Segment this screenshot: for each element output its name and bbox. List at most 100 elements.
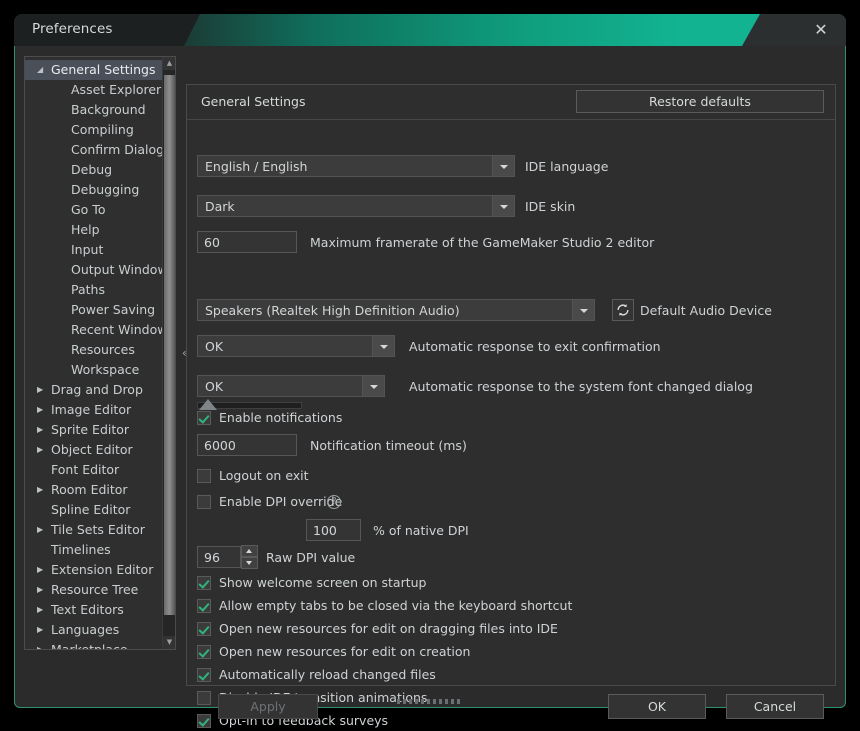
ide-language-select[interactable]: English / English xyxy=(197,155,515,177)
sidebar-item-power-saving[interactable]: Power Saving xyxy=(25,300,163,320)
chevron-right-icon[interactable]: ▶ xyxy=(37,420,47,440)
ide-skin-select[interactable]: Dark xyxy=(197,195,515,217)
exit-confirmation-value: OK xyxy=(205,339,223,354)
scroll-up-icon[interactable]: ▲ xyxy=(163,57,176,70)
cancel-button[interactable]: Cancel xyxy=(726,694,824,719)
chevron-down-icon[interactable] xyxy=(362,376,384,396)
logout-on-exit-label: Logout on exit xyxy=(219,468,309,483)
audio-device-label: Default Audio Device xyxy=(640,303,772,318)
sidebar-item-label: Timelines xyxy=(51,540,111,560)
chevron-down-icon[interactable] xyxy=(492,156,514,176)
sidebar-item-background[interactable]: Background xyxy=(25,100,163,120)
stepper-down-icon[interactable] xyxy=(241,557,258,569)
chevron-right-icon[interactable]: ▶ xyxy=(37,380,47,400)
ok-button[interactable]: OK xyxy=(608,694,706,719)
chevron-right-icon[interactable]: ▶ xyxy=(37,520,47,540)
sidebar-item-languages[interactable]: ▶Languages xyxy=(25,620,163,640)
sidebar-item-help[interactable]: Help xyxy=(25,220,163,240)
chevron-down-icon[interactable] xyxy=(492,196,514,216)
sidebar-scrollbar-thumb[interactable] xyxy=(164,75,175,615)
raw-dpi-label: Raw DPI value xyxy=(266,550,355,565)
ide-language-label: IDE language xyxy=(525,159,608,174)
font-changed-select[interactable]: OK xyxy=(197,375,385,397)
sidebar-item-font-editor[interactable]: Font Editor xyxy=(25,460,163,480)
preferences-window: Preferences ✕ ◢General SettingsAsset Exp… xyxy=(14,14,846,708)
option-checkbox-label: Allow empty tabs to be closed via the ke… xyxy=(219,598,572,613)
stepper-up-icon[interactable] xyxy=(241,545,258,557)
font-changed-label: Automatic response to the system font ch… xyxy=(409,379,753,394)
sidebar-item-label: Paths xyxy=(71,280,105,300)
sidebar-item-sprite-editor[interactable]: ▶Sprite Editor xyxy=(25,420,163,440)
refresh-icon[interactable] xyxy=(612,299,634,321)
sidebar-item-go-to[interactable]: Go To xyxy=(25,200,163,220)
close-icon[interactable]: ✕ xyxy=(810,19,832,41)
sidebar-item-object-editor[interactable]: ▶Object Editor xyxy=(25,440,163,460)
raw-dpi-input[interactable]: 96 xyxy=(197,546,241,568)
window-body: ◢General SettingsAsset ExplorerBackgroun… xyxy=(14,46,846,708)
chevron-right-icon[interactable]: ▶ xyxy=(37,620,47,640)
chevron-right-icon[interactable]: ▶ xyxy=(37,600,47,620)
sidebar-item-input[interactable]: Input xyxy=(25,240,163,260)
sidebar-item-asset-explorer[interactable]: Asset Explorer xyxy=(25,80,163,100)
audio-device-select[interactable]: Speakers (Realtek High Definition Audio) xyxy=(197,299,595,321)
sidebar-item-image-editor[interactable]: ▶Image Editor xyxy=(25,400,163,420)
sidebar-item-label: Go To xyxy=(71,200,105,220)
sidebar-item-resources[interactable]: Resources xyxy=(25,340,163,360)
sidebar-item-room-editor[interactable]: ▶Room Editor xyxy=(25,480,163,500)
settings-tree[interactable]: ◢General SettingsAsset ExplorerBackgroun… xyxy=(24,56,176,650)
restore-defaults-button[interactable]: Restore defaults xyxy=(576,90,824,113)
sidebar-item-tile-sets-editor[interactable]: ▶Tile Sets Editor xyxy=(25,520,163,540)
sidebar-item-label: Resource Tree xyxy=(51,580,138,600)
dpi-percent-label: % of native DPI xyxy=(373,523,469,538)
max-framerate-input[interactable]: 60 xyxy=(197,231,297,253)
sidebar-item-label: Compiling xyxy=(71,120,134,140)
sidebar-item-marketplace[interactable]: ▶Marketplace xyxy=(25,640,163,650)
ide-skin-label: IDE skin xyxy=(525,199,575,214)
scroll-down-icon[interactable]: ▼ xyxy=(163,636,176,649)
dpi-percent-input[interactable]: 100 xyxy=(306,519,361,541)
sidebar-item-confirm-dialogs[interactable]: Confirm Dialogs xyxy=(25,140,163,160)
raw-dpi-stepper[interactable] xyxy=(241,545,258,569)
help-icon[interactable]: ? xyxy=(327,495,341,509)
ide-skin-value: Dark xyxy=(205,199,235,214)
notification-timeout-input[interactable]: 6000 xyxy=(197,434,297,456)
resize-grip[interactable] xyxy=(397,699,463,704)
chevron-right-icon[interactable]: ▶ xyxy=(37,640,47,650)
chevron-right-icon[interactable]: ▶ xyxy=(37,580,47,600)
sidebar-item-debugging[interactable]: Debugging xyxy=(25,180,163,200)
chevron-down-icon[interactable] xyxy=(372,336,394,356)
sidebar-item-label: Confirm Dialogs xyxy=(71,140,171,160)
sidebar-item-compiling[interactable]: Compiling xyxy=(25,120,163,140)
sidebar-item-spline-editor[interactable]: Spline Editor xyxy=(25,500,163,520)
sidebar-item-drag-and-drop[interactable]: ▶Drag and Drop xyxy=(25,380,163,400)
chevron-right-icon[interactable]: ▶ xyxy=(37,400,47,420)
option-checkbox-label: Automatically reload changed files xyxy=(219,667,436,682)
sidebar-item-recent-windows[interactable]: Recent Windows xyxy=(25,320,163,340)
sidebar-item-timelines[interactable]: Timelines xyxy=(25,540,163,560)
sidebar-item-output-windows[interactable]: Output Windows xyxy=(25,260,163,280)
sidebar-item-label: Debugging xyxy=(71,180,139,200)
chevron-right-icon[interactable]: ▶ xyxy=(37,560,47,580)
chevron-right-icon[interactable]: ▶ xyxy=(37,480,47,500)
sidebar-item-label: Asset Explorer xyxy=(71,80,161,100)
sidebar-item-general-settings[interactable]: ◢General Settings xyxy=(25,60,163,80)
slider-thumb[interactable] xyxy=(199,399,217,410)
font-changed-value: OK xyxy=(205,379,223,394)
sidebar-item-extension-editor[interactable]: ▶Extension Editor xyxy=(25,560,163,580)
sidebar-scrollbar[interactable]: ▲ ▼ xyxy=(162,57,175,649)
sidebar-item-workspace[interactable]: Workspace xyxy=(25,360,163,380)
sidebar-item-label: Image Editor xyxy=(51,400,131,420)
chevron-right-icon[interactable]: ▶ xyxy=(37,440,47,460)
chevron-down-icon[interactable] xyxy=(572,300,594,320)
sidebar-item-debug[interactable]: Debug xyxy=(25,160,163,180)
checkbox-icon xyxy=(197,469,211,483)
option-checkbox-label: Open new resources for edit on dragging … xyxy=(219,621,558,636)
exit-confirmation-select[interactable]: OK xyxy=(197,335,395,357)
sidebar-item-paths[interactable]: Paths xyxy=(25,280,163,300)
apply-button[interactable]: Apply xyxy=(218,694,318,719)
sidebar-item-resource-tree[interactable]: ▶Resource Tree xyxy=(25,580,163,600)
dpi-percent-slider[interactable] xyxy=(197,399,302,415)
chevron-down-icon[interactable]: ◢ xyxy=(37,60,47,80)
sidebar-item-text-editors[interactable]: ▶Text Editors xyxy=(25,600,163,620)
checkbox-icon xyxy=(197,495,211,509)
